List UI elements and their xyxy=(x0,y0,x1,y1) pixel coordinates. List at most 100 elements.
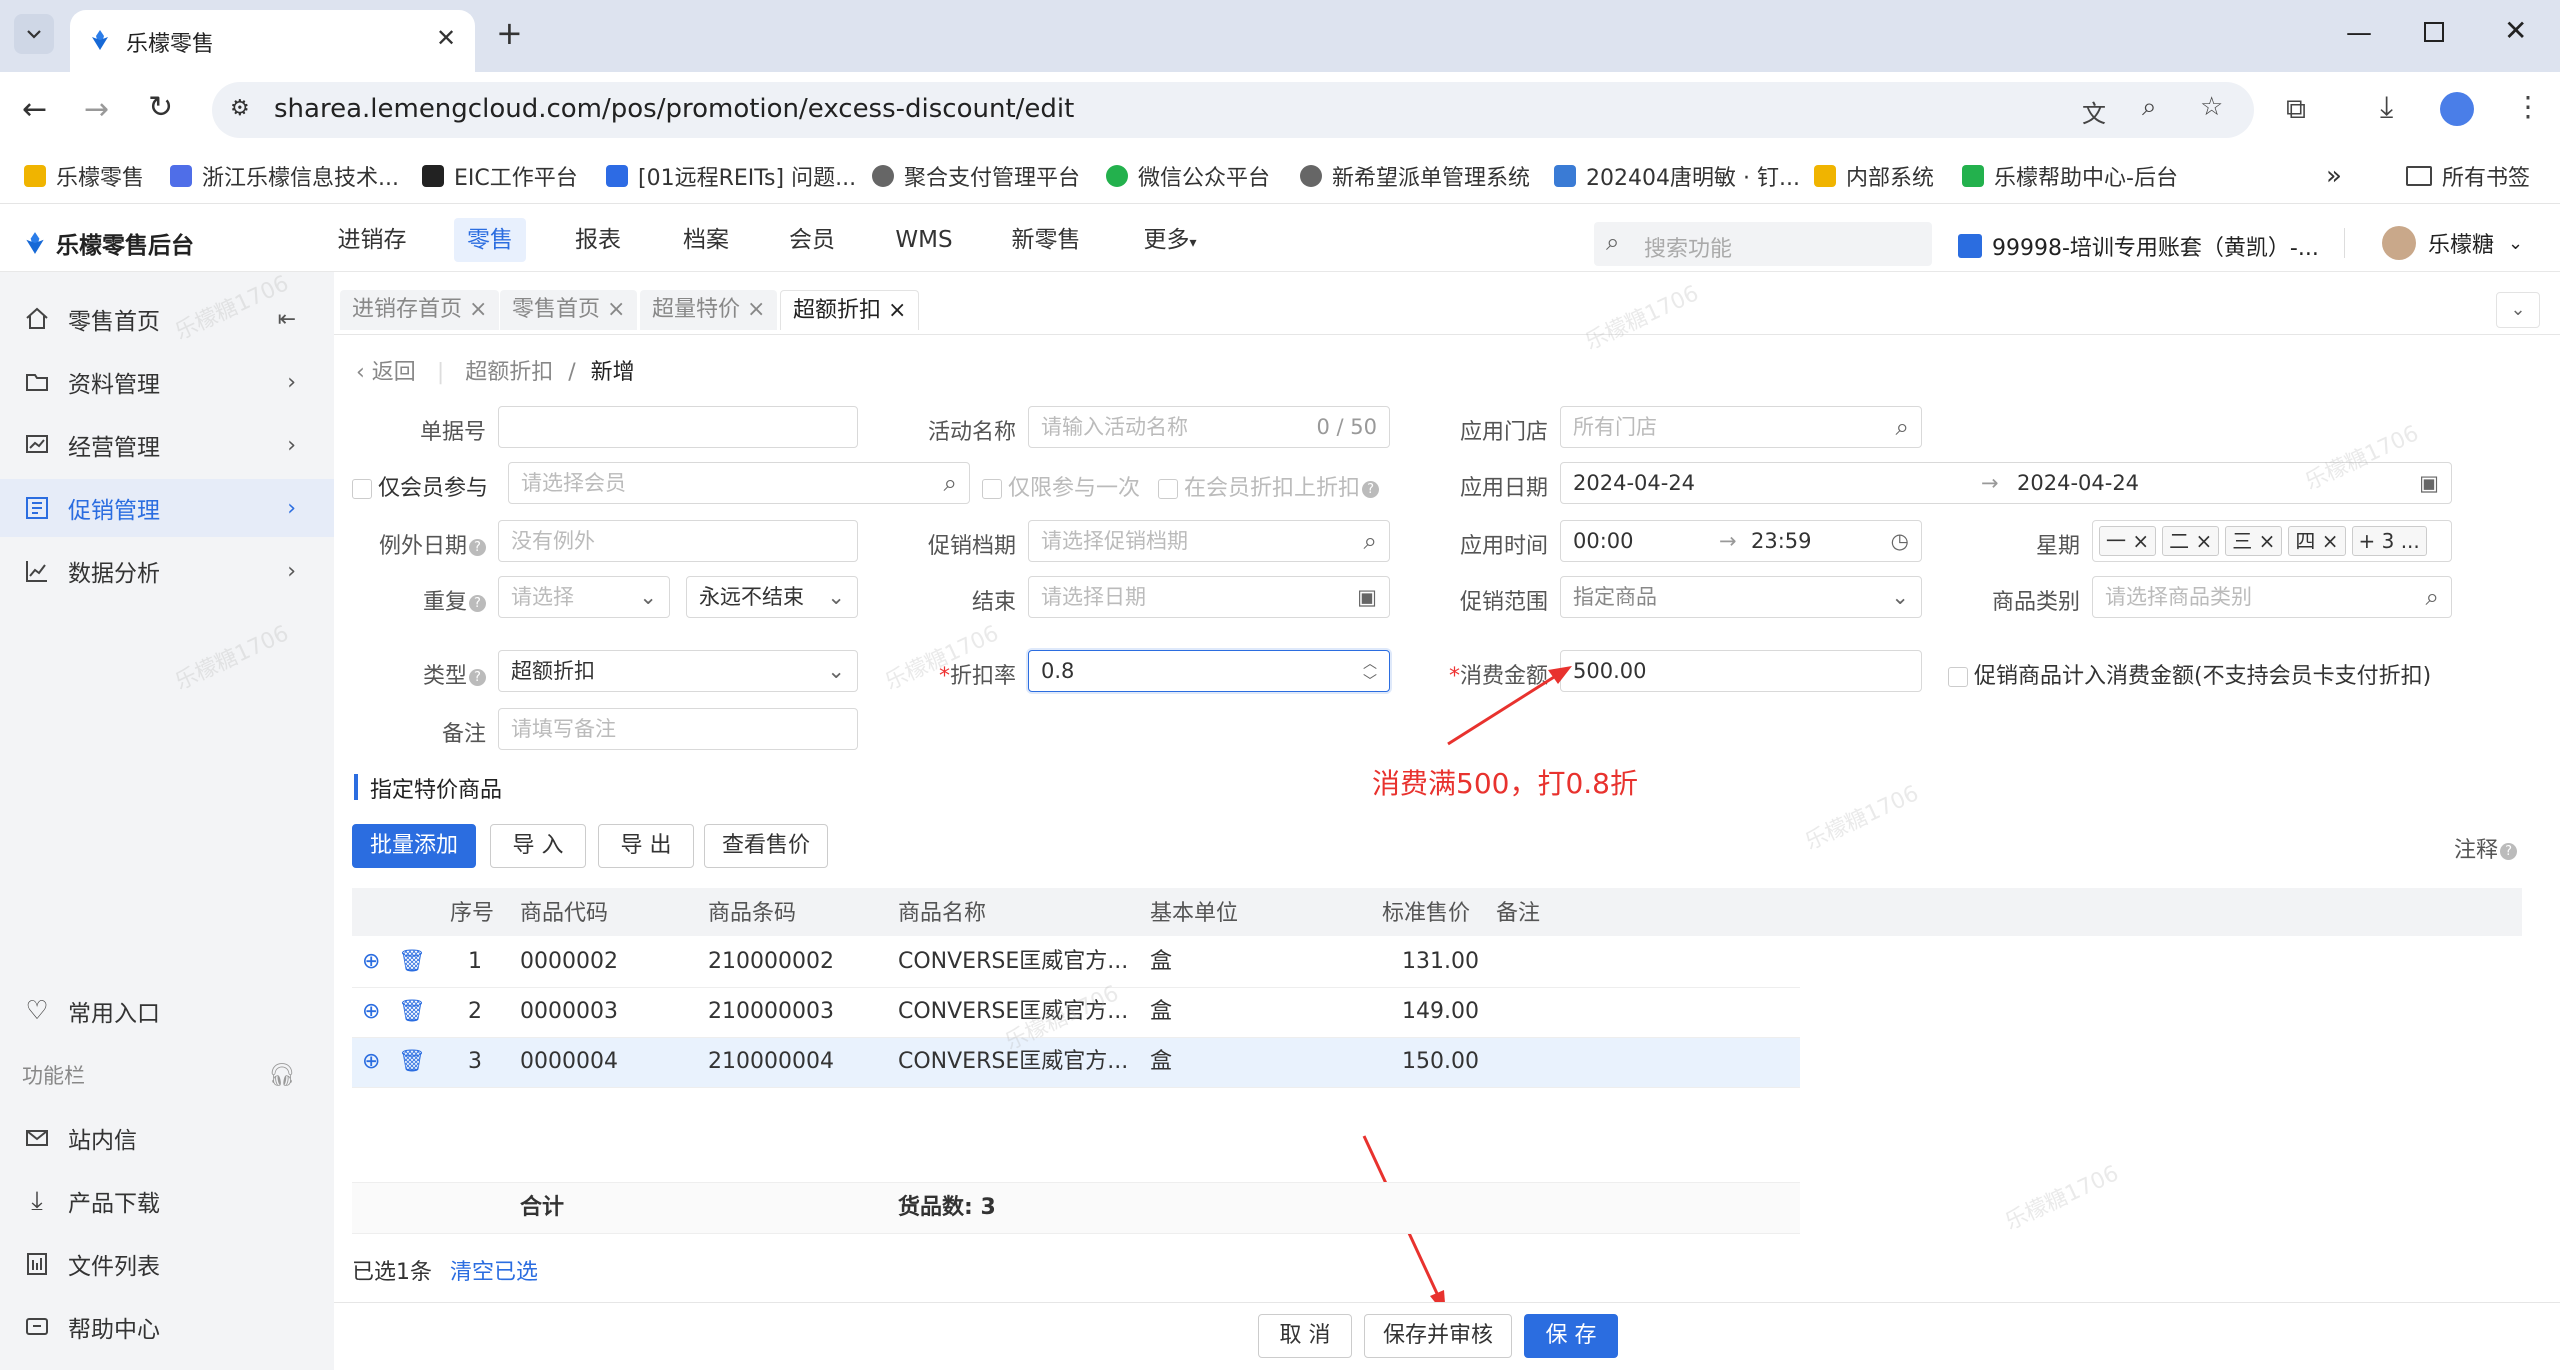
bookmark-item[interactable]: 乐檬零售 xyxy=(24,160,144,192)
bookmark-item[interactable]: 202404唐明敏 · 钉... xyxy=(1554,160,1800,192)
close-icon[interactable]: × xyxy=(607,297,625,322)
row-delete-icon[interactable]: 🗑︎ xyxy=(398,988,426,1036)
translate-icon[interactable]: 文 xyxy=(2082,94,2106,129)
type-select[interactable]: 超额折扣 ⌄ xyxy=(498,650,858,692)
sidebar-item-help[interactable]: 帮助中心 xyxy=(0,1298,334,1356)
batch-add-button[interactable]: 批量添加 xyxy=(352,824,476,868)
end-date-input[interactable]: 请选择日期 ▣ xyxy=(1028,576,1390,618)
category-input[interactable]: 请选择商品类别 ⌕ xyxy=(2092,576,2452,618)
sidebar-item-promotion-management[interactable]: 促销管理 › xyxy=(0,479,334,537)
help-icon[interactable]: ? xyxy=(1362,480,1380,498)
week-tag[interactable]: 二 × xyxy=(2162,526,2220,556)
forward-arrow-icon[interactable]: → xyxy=(84,92,109,127)
save-and-audit-button[interactable]: 保存并审核 xyxy=(1364,1314,1512,1358)
user-menu[interactable]: 乐檬糖 ⌄ xyxy=(2382,226,2523,260)
bookmark-item[interactable]: [01远程REITs] 问题... xyxy=(606,160,856,192)
view-price-button[interactable]: 查看售价 xyxy=(704,824,828,868)
repeat-select[interactable]: 请选择 ⌄ xyxy=(498,576,670,618)
once-only-checkbox[interactable]: 仅限参与一次 xyxy=(982,470,1140,502)
bookmark-item[interactable]: 新希望派单管理系统 xyxy=(1300,160,1530,192)
note-link[interactable]: 注释? xyxy=(2454,832,2518,864)
new-tab-button[interactable]: + xyxy=(496,14,523,52)
minimize-button[interactable]: — xyxy=(2346,18,2372,48)
app-logo[interactable]: 乐檬零售后台 xyxy=(22,226,194,260)
cancel-button[interactable]: 取 消 xyxy=(1258,1314,1352,1358)
profile-avatar[interactable] xyxy=(2440,92,2474,126)
clear-selection-link[interactable]: 清空已选 xyxy=(450,1254,538,1286)
nav-item[interactable]: 新零售 xyxy=(1000,218,1092,262)
checkbox[interactable] xyxy=(352,479,372,499)
nav-item[interactable]: 报表 xyxy=(562,218,634,262)
help-icon[interactable]: ? xyxy=(469,594,486,612)
sidebar-item-messages[interactable]: 站内信 xyxy=(0,1109,334,1167)
amount-input[interactable]: 500.00 xyxy=(1560,650,1922,692)
sidebar-item-operation-management[interactable]: 经营管理 › xyxy=(0,416,334,474)
nav-item[interactable]: WMS xyxy=(884,218,964,262)
week-more-tag[interactable]: + 3 ... xyxy=(2351,526,2427,556)
time-range-input[interactable]: 00:00 → 23:59 ◷ xyxy=(1560,520,1922,562)
help-icon[interactable]: ? xyxy=(469,668,486,686)
bookmark-item[interactable]: 乐檬帮助中心-后台 xyxy=(1962,160,2178,192)
back-arrow-icon[interactable]: ← xyxy=(22,92,47,127)
nav-more[interactable]: 更多▾ xyxy=(1130,218,1210,262)
restore-button[interactable] xyxy=(2424,22,2444,42)
help-icon[interactable]: ? xyxy=(469,538,486,556)
stepper-icon[interactable]: ︿ ﹀ xyxy=(1363,655,1377,691)
breadcrumb-parent[interactable]: 超额折扣 xyxy=(465,360,553,385)
menu-icon[interactable]: ⋮ xyxy=(2514,90,2542,123)
tabs-dropdown-icon[interactable]: ⌄ xyxy=(2496,292,2540,328)
week-select[interactable]: 一 × 二 × 三 × 四 × + 3 ... xyxy=(2092,520,2452,562)
row-delete-icon[interactable]: 🗑︎ xyxy=(398,1038,426,1086)
bookmark-item[interactable]: 内部系统 xyxy=(1814,160,1934,192)
sidebar-item-retail-home[interactable]: 零售首页 ⇤ xyxy=(0,290,334,348)
download-icon[interactable]: ⤓ xyxy=(2380,90,2393,125)
nav-item-active[interactable]: 零售 xyxy=(454,218,526,262)
sidebar-item-files[interactable]: 文件列表 xyxy=(0,1235,334,1293)
row-add-icon[interactable]: ⊕ xyxy=(362,988,380,1036)
doc-no-input[interactable] xyxy=(498,406,858,448)
page-tab[interactable]: 超量特价 × xyxy=(640,290,778,330)
nav-item[interactable]: 档案 xyxy=(670,218,742,262)
activity-name-input[interactable]: 请输入活动名称 0 / 50 xyxy=(1028,406,1390,448)
function-search[interactable]: ⌕ 搜索功能 xyxy=(1594,222,1932,266)
checkbox[interactable] xyxy=(1158,479,1178,499)
row-add-icon[interactable]: ⊕ xyxy=(362,938,380,986)
page-tab[interactable]: 零售首页 × xyxy=(500,290,638,330)
sidebar-item-downloads[interactable]: ⤓ 产品下载 xyxy=(0,1172,334,1230)
extensions-icon[interactable]: ⧉ xyxy=(2286,92,2306,126)
browser-tab[interactable]: 乐檬零售 ✕ xyxy=(70,10,475,72)
tab-close-icon[interactable]: ✕ xyxy=(436,24,456,52)
sidebar-item-data-management[interactable]: 资料管理 › xyxy=(0,353,334,411)
member-only-checkbox[interactable]: 仅会员参与 xyxy=(352,470,496,502)
import-button[interactable]: 导 入 xyxy=(490,824,586,868)
save-button[interactable]: 保 存 xyxy=(1524,1314,1618,1358)
page-tab[interactable]: 进销存首页 × xyxy=(340,290,500,330)
row-delete-icon[interactable]: 🗑︎ xyxy=(398,938,426,986)
reload-icon[interactable]: ↻ xyxy=(148,90,173,125)
nav-item[interactable]: 会员 xyxy=(776,218,848,262)
zoom-icon[interactable]: ⌕ xyxy=(2142,92,2157,123)
nav-item[interactable]: 进销存 xyxy=(326,218,418,262)
close-icon[interactable]: × xyxy=(888,298,906,323)
site-info-icon[interactable]: ⚙ xyxy=(230,96,250,121)
checkbox[interactable] xyxy=(982,479,1002,499)
star-icon[interactable]: ☆ xyxy=(2200,92,2223,122)
close-window-button[interactable]: ✕ xyxy=(2504,14,2527,47)
date-range-input[interactable]: 2024-04-24 → 2024-04-24 ▣ xyxy=(1560,462,2452,504)
member-select[interactable]: 请选择会员 ⌕ xyxy=(508,462,970,504)
close-icon[interactable]: × xyxy=(469,297,487,322)
except-date-input[interactable]: 没有例外 xyxy=(498,520,858,562)
bookmark-item[interactable]: 微信公众平台 xyxy=(1106,160,1270,192)
sidebar-item-favorites[interactable]: ♡ 常用入口 xyxy=(0,982,334,1040)
export-button[interactable]: 导 出 xyxy=(598,824,694,868)
close-icon[interactable]: × xyxy=(747,297,765,322)
week-tag[interactable]: 一 × xyxy=(2099,526,2157,556)
sidebar-item-data-analysis[interactable]: 数据分析 › xyxy=(0,542,334,600)
page-tab-active[interactable]: 超额折扣 × xyxy=(780,290,920,330)
include-amount-checkbox[interactable]: 促销商品计入消费金额(不支持会员卡支付折扣) xyxy=(1948,658,2431,690)
scope-select[interactable]: 指定商品 ⌄ xyxy=(1560,576,1922,618)
bookmark-item[interactable]: EIC工作平台 xyxy=(422,160,578,192)
collapse-sidebar-icon[interactable]: ⇤ xyxy=(278,307,296,332)
discount-rate-input[interactable]: 0.8 ︿ ﹀ xyxy=(1028,650,1390,692)
week-tag[interactable]: 四 × xyxy=(2288,526,2346,556)
